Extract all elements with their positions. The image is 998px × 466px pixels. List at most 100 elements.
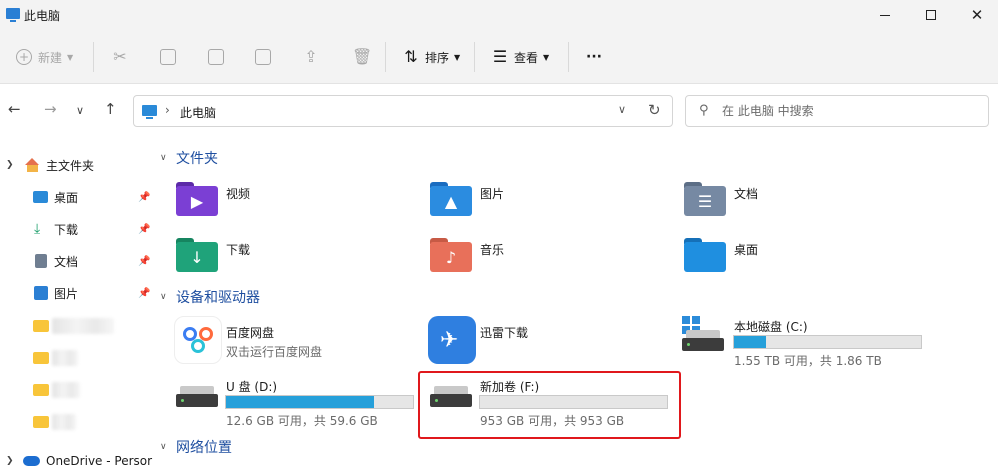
folder-label: 图片 xyxy=(480,187,505,201)
chevron-down-icon: ∨ xyxy=(76,104,85,117)
pin-icon[interactable]: 📌 xyxy=(138,224,150,235)
picture-icon xyxy=(34,286,48,300)
blurred-label xyxy=(52,414,76,430)
drive-subtitle: 12.6 GB 可用，共 59.6 GB xyxy=(226,414,378,428)
document-icon xyxy=(35,254,47,268)
nav-item-pictures[interactable]: 图片 📌 xyxy=(0,282,156,304)
title-bar: 此电脑 ✕ xyxy=(0,0,998,30)
section-header-devices[interactable]: ∨ 设备和驱动器 xyxy=(160,287,260,307)
chevron-down-icon: ▼ xyxy=(543,52,550,62)
copy-button[interactable] xyxy=(160,47,176,67)
folder-documents[interactable]: ☰ 文档 xyxy=(684,180,934,232)
folder-desktop[interactable]: 桌面 xyxy=(684,236,934,288)
address-bar[interactable]: › 此电脑 ∨ ↻ xyxy=(133,95,673,127)
expand-chevron-icon[interactable]: ❯ xyxy=(6,160,14,170)
nav-label: 桌面 xyxy=(54,190,79,205)
nav-item-onedrive[interactable]: ❯ OneDrive - Persor xyxy=(0,450,156,466)
blurred-label xyxy=(52,382,80,398)
home-icon xyxy=(25,158,40,172)
nav-item-folder[interactable] xyxy=(0,411,156,433)
device-name: 迅雷下载 xyxy=(480,326,529,340)
folder-icon xyxy=(33,416,49,428)
drive-usage-bar xyxy=(733,335,922,349)
address-dropdown-icon[interactable]: ∨ xyxy=(618,103,626,116)
cut-button[interactable]: ✂ xyxy=(112,47,128,67)
nav-item-documents[interactable]: 文档 📌 xyxy=(0,250,156,272)
forward-button[interactable]: → xyxy=(44,100,57,118)
sort-button[interactable]: ⇅ 排序 ▼ xyxy=(403,47,460,67)
recent-locations-button[interactable]: ∨ xyxy=(76,104,84,117)
delete-button[interactable]: 🗑 xyxy=(352,47,373,67)
nav-label: 图片 xyxy=(54,286,79,301)
folder-pictures[interactable]: ▲ 图片 xyxy=(430,180,680,232)
toolbar-divider xyxy=(474,42,475,72)
share-button[interactable]: ⇪ xyxy=(303,47,319,67)
drive-d[interactable]: U 盘 (D:) 12.6 GB 可用，共 59.6 GB xyxy=(176,376,426,428)
breadcrumb-this-pc[interactable]: 此电脑 xyxy=(180,104,216,121)
folder-label: 桌面 xyxy=(734,243,759,257)
pin-icon[interactable]: 📌 xyxy=(138,256,150,267)
close-button[interactable]: ✕ xyxy=(954,0,998,30)
refresh-icon[interactable]: ↻ xyxy=(648,101,661,119)
arrow-left-icon: ← xyxy=(8,100,21,118)
view-button[interactable]: ☰ 查看 ▼ xyxy=(492,47,549,67)
pin-icon[interactable]: 📌 xyxy=(138,192,150,203)
section-title: 文件夹 xyxy=(176,151,218,167)
nav-item-folder[interactable] xyxy=(0,347,156,369)
blurred-label xyxy=(52,350,78,366)
music-folder-icon: ♪ xyxy=(430,238,472,272)
device-baidu-netdisk[interactable]: 百度网盘 双击运行百度网盘 xyxy=(174,316,424,368)
device-xunlei[interactable]: ✈ 迅雷下载 xyxy=(428,316,678,368)
paste-icon xyxy=(208,49,224,65)
arrow-up-icon: ↑ xyxy=(104,100,117,118)
sort-label: 排序 xyxy=(425,50,450,65)
minimize-icon xyxy=(880,14,890,16)
nav-item-home[interactable]: ❯ 主文件夹 xyxy=(0,154,156,176)
arrow-right-icon: → xyxy=(44,100,57,118)
folder-label: 下载 xyxy=(226,243,251,257)
command-bar: + 新建 ▼ ✂ ⇪ 🗑 ⇅ 排序 ▼ ☰ 查看 ▼ ··· xyxy=(0,30,998,84)
maximize-icon xyxy=(926,10,936,20)
maximize-button[interactable] xyxy=(908,0,954,30)
nav-item-downloads[interactable]: ⤓ 下载 📌 xyxy=(0,218,156,240)
trash-icon: 🗑 xyxy=(352,47,373,66)
nav-item-desktop[interactable]: 桌面 📌 xyxy=(0,186,156,208)
paste-button[interactable] xyxy=(208,47,224,67)
highlight-box xyxy=(418,371,681,439)
up-button[interactable]: ↑ xyxy=(104,100,117,118)
drive-usage-fill xyxy=(734,336,766,348)
rename-icon xyxy=(255,49,271,65)
download-folder-icon: ↓ xyxy=(176,238,218,272)
search-box[interactable]: ⚲ xyxy=(685,95,989,127)
pin-icon[interactable]: 📌 xyxy=(138,288,150,299)
desktop-icon xyxy=(33,191,48,203)
nav-label: OneDrive - Persor xyxy=(46,454,153,466)
minimize-button[interactable] xyxy=(862,0,908,30)
nav-label: 文档 xyxy=(54,254,79,269)
folder-music[interactable]: ♪ 音乐 xyxy=(430,236,680,288)
folder-videos[interactable]: ▶ 视频 xyxy=(176,180,426,232)
drive-usage-fill xyxy=(226,396,374,408)
collapse-chevron-icon: ∨ xyxy=(160,292,167,302)
section-header-folders[interactable]: ∨ 文件夹 xyxy=(160,148,218,168)
new-button[interactable]: + 新建 ▼ xyxy=(16,47,73,67)
rename-button[interactable] xyxy=(255,47,271,67)
breadcrumb-chevron-icon: › xyxy=(165,103,170,117)
toolbar-divider xyxy=(568,42,569,72)
chevron-down-icon: ▼ xyxy=(454,52,461,62)
baidu-netdisk-icon xyxy=(174,316,222,364)
section-title: 设备和驱动器 xyxy=(176,290,260,306)
folder-downloads[interactable]: ↓ 下载 xyxy=(176,236,426,288)
drive-c[interactable]: 本地磁盘 (C:) 1.55 TB 可用，共 1.86 TB xyxy=(682,316,942,368)
section-header-network[interactable]: ∨ 网络位置 xyxy=(160,437,232,457)
expand-chevron-icon[interactable]: ❯ xyxy=(6,456,14,466)
search-input[interactable] xyxy=(722,102,972,120)
view-label: 查看 xyxy=(514,50,539,65)
drive-usage-bar xyxy=(225,395,414,409)
nav-item-folder[interactable] xyxy=(0,315,156,337)
more-icon: ··· xyxy=(586,49,602,65)
computer-icon xyxy=(6,8,20,22)
back-button[interactable]: ← xyxy=(8,100,21,118)
more-button[interactable]: ··· xyxy=(586,47,602,67)
nav-item-folder[interactable] xyxy=(0,379,156,401)
